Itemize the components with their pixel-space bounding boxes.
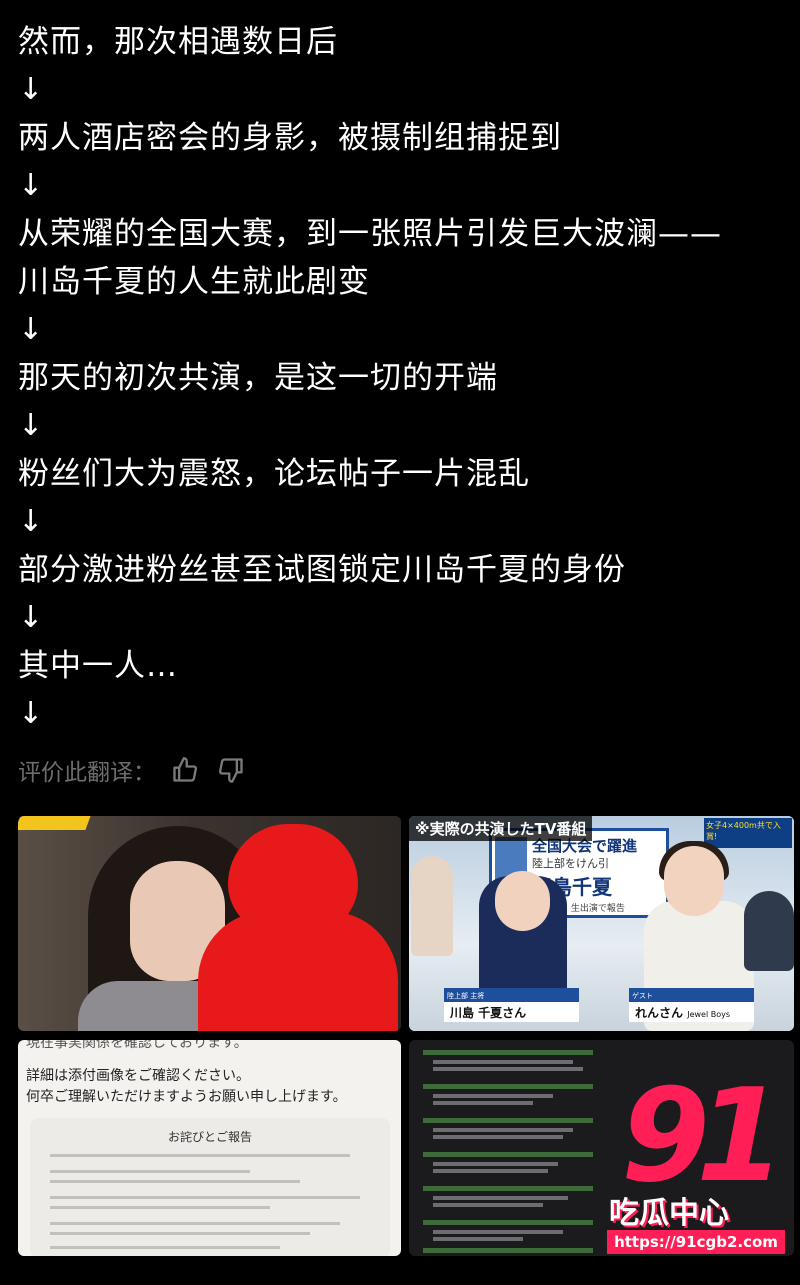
post-line: 部分激进粉丝甚至试图锁定川岛千夏的身份 bbox=[18, 552, 626, 588]
tv-program-tag: ※実際の共演したTV番組 bbox=[409, 816, 593, 841]
arrow: ↓ bbox=[18, 72, 44, 107]
name-caption: ゲスト れんさん Jewel Boys bbox=[629, 988, 754, 1022]
drama-still-image[interactable] bbox=[18, 816, 401, 1031]
translated-post-text: 然而，那次相遇数日后 ↓ 两人酒店密会的身影，被摄制组捕捉到 ↓ 从荣耀的全国大… bbox=[18, 18, 788, 738]
watermark-number: 91 bbox=[621, 1062, 785, 1211]
arrow: ↓ bbox=[18, 504, 44, 539]
tv-program-image[interactable]: 全国大会で躍進 陸上部をけん引 川島千夏 大会翌日 生出演で報告 女子4×400… bbox=[409, 816, 794, 1031]
post-line: 那天的初次共演，是这一切的开端 bbox=[18, 360, 498, 396]
forum-screenshot-image[interactable]: 91 吃瓜中心 https://91cgb2.com bbox=[409, 1040, 794, 1256]
caption-name: れんさん bbox=[635, 1006, 684, 1020]
board-subline: 陸上部をけん引 bbox=[532, 857, 609, 870]
post-line: 其中一人… bbox=[18, 648, 178, 684]
caption-group: Jewel Boys bbox=[687, 1010, 730, 1019]
apology-document-image[interactable]: 現在事実関係を確認しております。 詳細は添付画像をご確認ください。 何卒ご理解い… bbox=[18, 1040, 401, 1256]
arrow: ↓ bbox=[18, 696, 44, 731]
watermark-url: https://91cgb2.com bbox=[607, 1230, 785, 1254]
apology-paper: お詫びとご報告 bbox=[30, 1118, 390, 1256]
caption-role: 陸上部 主将 bbox=[444, 991, 579, 1002]
arrow: ↓ bbox=[18, 168, 44, 203]
post-line: 川岛千夏的人生就此剧变 bbox=[18, 264, 370, 300]
caption-name: 川島 千夏さん bbox=[450, 1006, 527, 1020]
thumbs-down-icon[interactable] bbox=[214, 753, 248, 787]
rate-translation-row: 评价此翻译： bbox=[18, 748, 248, 792]
thumbs-up-icon[interactable] bbox=[168, 753, 202, 787]
post-line: 然而，那次相遇数日后 bbox=[18, 24, 338, 60]
paper-title: お詫びとご報告 bbox=[167, 1130, 252, 1144]
post-line: 两人酒店密会的身影，被摄制组捕捉到 bbox=[18, 120, 562, 156]
image-grid: 全国大会で躍進 陸上部をけん引 川島千夏 大会翌日 生出演で報告 女子4×400… bbox=[18, 816, 794, 1256]
document-line: 何卒ご理解いただけますようお願い申し上げます。 bbox=[26, 1089, 347, 1105]
document-line: 現在事実関係を確認しております。 bbox=[26, 1040, 248, 1051]
arrow: ↓ bbox=[20, 0, 45, 14]
document-line: 詳細は添付画像をご確認ください。 bbox=[26, 1068, 250, 1084]
post-line: 粉丝们大为震怒，论坛帖子一片混乱 bbox=[18, 456, 530, 492]
name-caption: 陸上部 主将 川島 千夏さん bbox=[444, 988, 579, 1022]
post-line: 从荣耀的全国大赛，到一张照片引发巨大波澜—— bbox=[18, 216, 722, 252]
arrow: ↓ bbox=[18, 408, 44, 443]
watermark-brand: 吃瓜中心 bbox=[609, 1196, 729, 1231]
arrow: ↓ bbox=[18, 312, 44, 347]
caption-role: ゲスト bbox=[629, 991, 754, 1002]
arrow: ↓ bbox=[18, 600, 44, 635]
rate-translation-label: 评价此翻译： bbox=[18, 760, 156, 786]
corner-banner: 女子4×400m共で入賞! bbox=[704, 818, 792, 848]
